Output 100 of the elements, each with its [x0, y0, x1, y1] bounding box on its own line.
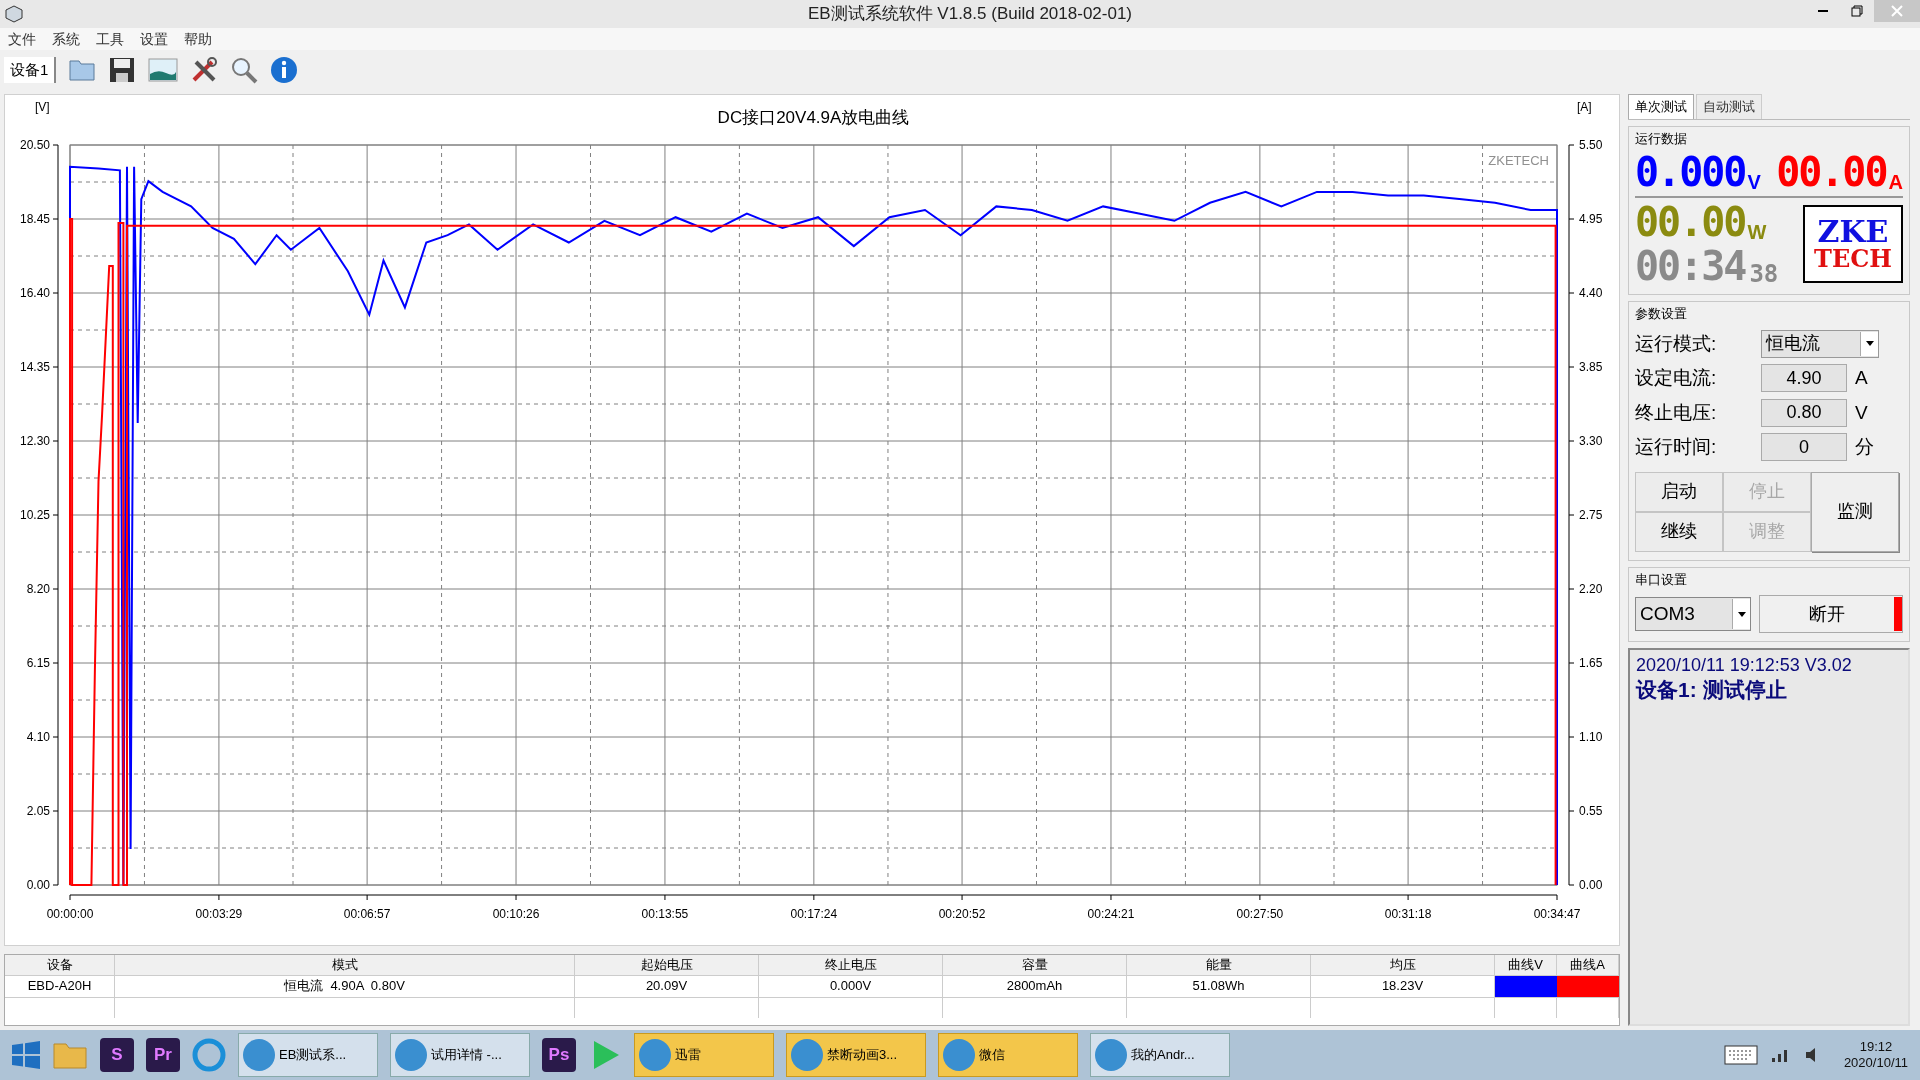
y-tick-label: 3.85	[1579, 360, 1603, 374]
table-cell: 0.000V	[759, 975, 943, 997]
field-label: 终止电压:	[1635, 400, 1718, 425]
taskbar-window-button[interactable]: EB测试系...	[238, 1033, 378, 1077]
taskbar-window-button[interactable]: 迅雷	[634, 1033, 774, 1077]
segment-reading: 00:34	[1635, 246, 1746, 286]
y-tick-label: 4.95	[1579, 212, 1603, 226]
save-icon[interactable]	[108, 56, 137, 84]
x-tick-label: 00:27:50	[1236, 907, 1284, 921]
y-tick-label: 16.40	[19, 286, 50, 300]
folder-icon[interactable]	[68, 58, 97, 82]
y-tick-label: 0.00	[26, 878, 50, 892]
column-header: 模式	[115, 955, 575, 975]
window-title: EB测试系统软件 V1.8.5 (Build 2018-02-01)	[806, 3, 1134, 26]
segment-reading: 00.00	[1635, 202, 1746, 242]
device-tab[interactable]: 设备1	[4, 56, 57, 84]
y-tick-label: 20.50	[19, 138, 50, 152]
search-icon[interactable]	[230, 56, 259, 84]
x-tick-label: 00:34:47	[1533, 907, 1581, 921]
x-tick-label: 00:13:55	[641, 907, 689, 921]
axis-unit: [A]	[1577, 100, 1592, 114]
y-tick-label: 3.30	[1579, 434, 1603, 448]
menu-item[interactable]: 设置	[140, 28, 168, 50]
menu-item[interactable]: 文件	[8, 28, 36, 50]
clock-date: 2020/10/11	[1843, 1055, 1908, 1072]
unit-label: A	[1855, 366, 1868, 390]
unit-label: V	[1855, 400, 1868, 425]
field-label: 运行时间:	[1635, 435, 1718, 459]
group-title: 运行数据	[1635, 129, 1688, 148]
app-icon	[791, 1039, 823, 1071]
table-cell: 2800mAh	[943, 975, 1127, 997]
app-icon[interactable]: S	[100, 1038, 134, 1072]
segment-reading: 0.000	[1635, 152, 1746, 192]
app-icon	[639, 1039, 671, 1071]
logo: ZKE TECH	[1803, 205, 1903, 283]
app-icon	[243, 1039, 275, 1071]
column-header: 曲线A	[1557, 955, 1619, 975]
x-tick-label: 00:17:24	[790, 907, 838, 921]
app-icon[interactable]: Pr	[146, 1038, 180, 1072]
column-header: 终止电压	[759, 955, 943, 975]
unit-label: A	[1888, 172, 1903, 192]
x-tick-label: 00:31:18	[1384, 907, 1432, 921]
picture-icon[interactable]	[148, 57, 179, 83]
field-label: 设定电流:	[1635, 366, 1718, 390]
menu-item[interactable]: 系统	[52, 28, 80, 50]
table-cell: 20.09V	[575, 975, 759, 997]
y-tick-label: 12.30	[19, 434, 50, 448]
input-field[interactable]: 4.90	[1761, 364, 1847, 393]
y-tick-label: 1.65	[1579, 656, 1603, 670]
taskbar-window-button[interactable]: 微信	[938, 1033, 1078, 1077]
menu-item[interactable]: 帮助	[184, 28, 212, 50]
action-button[interactable]: 启动	[1635, 471, 1723, 512]
taskbar-window-button[interactable]: 试用详情 -...	[390, 1033, 530, 1077]
input-field[interactable]: 0.80	[1761, 398, 1847, 427]
keyboard-icon[interactable]	[1723, 1045, 1758, 1065]
y-tick-label: 2.05	[26, 804, 50, 818]
table-cell: 恒电流 4.90A 0.80V	[115, 975, 575, 997]
tab[interactable]: 自动测试	[1696, 94, 1762, 119]
app-icon	[395, 1039, 427, 1071]
x-tick-label: 00:20:52	[938, 907, 986, 921]
mode-dropdown[interactable]: 恒电流	[1761, 329, 1879, 358]
segment-reading: 00.00	[1776, 152, 1887, 192]
input-field[interactable]: 0	[1761, 433, 1847, 462]
app-icon	[4, 4, 24, 24]
unit-label: 分	[1855, 435, 1874, 459]
x-tick-label: 00:00:00	[46, 907, 94, 921]
port-dropdown[interactable]: COM3	[1635, 597, 1751, 631]
menu-item[interactable]: 工具	[96, 28, 124, 50]
monitor-button[interactable]: 监测	[1811, 471, 1899, 552]
column-header: 曲线V	[1495, 955, 1557, 975]
app-icon[interactable]: Ps	[542, 1038, 576, 1072]
segment-reading: 38	[1749, 262, 1779, 286]
table-cell: EBD-A20H	[5, 975, 115, 997]
y-tick-label: 14.35	[19, 360, 50, 374]
y-tick-label: 8.20	[26, 582, 50, 596]
x-tick-label: 00:10:26	[492, 907, 540, 921]
clock-time: 19:12	[1859, 1038, 1893, 1055]
log-line: 2020/10/11 19:12:53 V3.02	[1636, 654, 1853, 677]
app-icon	[1095, 1039, 1127, 1071]
minimize-icon	[1818, 10, 1828, 12]
tools-icon[interactable]	[190, 56, 219, 84]
y-tick-label: 2.75	[1579, 508, 1603, 522]
y-tick-label: 18.45	[19, 212, 50, 226]
unit-label: V	[1747, 172, 1761, 192]
tab[interactable]: 单次测试	[1628, 94, 1694, 119]
x-tick-label: 00:24:21	[1087, 907, 1135, 921]
y-tick-label: 0.00	[1579, 878, 1603, 892]
taskbar-window-button[interactable]: 我的Andr...	[1090, 1033, 1230, 1077]
windows-logo-icon[interactable]	[12, 1041, 40, 1069]
column-header: 起始电压	[575, 955, 759, 975]
action-button[interactable]: 继续	[1635, 511, 1723, 552]
y-tick-label: 2.20	[1579, 582, 1603, 596]
unit-label: W	[1747, 222, 1767, 242]
info-icon[interactable]	[270, 56, 299, 84]
y-tick-label: 1.10	[1579, 730, 1603, 744]
taskbar-window-button[interactable]: 禁断动画3...	[786, 1033, 926, 1077]
disconnect-button[interactable]: 断开	[1759, 595, 1903, 633]
log-line: 设备1: 测试停止	[1636, 676, 1788, 703]
group-title: 参数设置	[1635, 305, 1688, 323]
y-tick-label: 4.10	[26, 730, 50, 744]
